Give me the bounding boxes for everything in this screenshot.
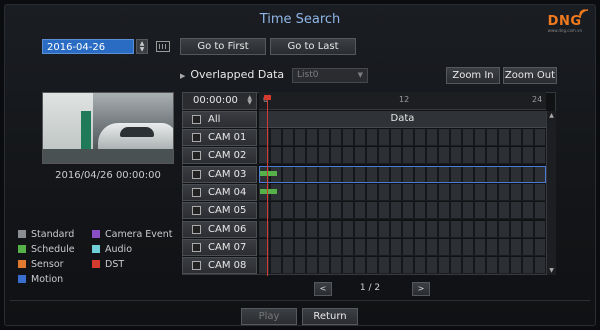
time-value: 00:00:00: [193, 95, 238, 106]
timeline-cursor[interactable]: [267, 96, 268, 276]
legend-item: DST: [92, 259, 124, 270]
legend-item: Motion: [18, 274, 63, 285]
overlapped-data-label: ▶ Overlapped Data: [180, 68, 284, 81]
return-button[interactable]: Return: [302, 308, 358, 325]
recording-segment[interactable]: [260, 170, 277, 176]
legend-label: Sensor: [31, 259, 64, 270]
legend-swatch: [18, 230, 26, 238]
all-channels-checkbox[interactable]: All: [182, 111, 257, 128]
legend-swatch: [92, 245, 100, 253]
legend-label: Schedule: [31, 244, 75, 255]
recording-segment[interactable]: [260, 188, 277, 194]
time-spinner-icon[interactable]: ▲ ▼: [247, 95, 252, 106]
legend-label: DST: [105, 259, 125, 270]
legend-label: Motion: [31, 274, 64, 285]
camera-row-7[interactable]: CAM 07: [182, 238, 257, 256]
camera-track-8[interactable]: [259, 257, 546, 275]
vertical-scrollbar[interactable]: ▲ ▼: [546, 111, 556, 275]
camera-label: CAM 07: [208, 241, 247, 253]
checkbox-icon[interactable]: [192, 206, 201, 216]
time-ruler[interactable]: 0 12 24: [259, 92, 546, 110]
go-to-last-button[interactable]: Go to Last: [270, 38, 356, 55]
brand-tagline: www.dng.com.vn: [547, 28, 582, 33]
camera-row-1[interactable]: CAM 01: [182, 129, 257, 146]
legend-label: Audio: [105, 244, 133, 255]
tick-label: 24: [532, 95, 543, 104]
camera-row-3[interactable]: CAM 03: [182, 165, 257, 183]
calendar-icon[interactable]: [156, 41, 170, 52]
checkbox-icon[interactable]: [192, 133, 201, 142]
legend-swatch: [92, 260, 100, 268]
legend-swatch: [18, 260, 26, 268]
camera-row-2[interactable]: CAM 02: [182, 147, 257, 165]
camera-label: CAM 04: [208, 186, 247, 198]
scroll-down-icon[interactable]: ▼: [547, 266, 556, 275]
camera-label: CAM 08: [208, 260, 247, 272]
checkbox-icon[interactable]: [192, 169, 201, 179]
camera-label: CAM 02: [208, 150, 247, 162]
data-column-header: Data: [259, 111, 546, 128]
chevron-down-icon: ▼: [357, 71, 363, 79]
camera-row-5[interactable]: CAM 05: [182, 202, 257, 220]
legend-item: Standard: [18, 229, 74, 240]
checkbox-icon[interactable]: [192, 151, 201, 161]
checkbox-icon[interactable]: [192, 115, 201, 124]
legend-item: Camera Event: [92, 229, 173, 240]
tick-label: 12: [399, 95, 410, 104]
camera-label: CAM 05: [208, 205, 247, 217]
legend-item: Sensor: [18, 259, 64, 270]
time-input[interactable]: 00:00:00 ▲ ▼: [182, 92, 257, 110]
camera-track-5[interactable]: [259, 202, 546, 220]
divider: [10, 300, 590, 301]
camera-track-1[interactable]: [259, 129, 546, 146]
preview-timestamp: 2016/04/26 00:00:00: [55, 170, 161, 181]
legend-item: Audio: [92, 244, 132, 255]
camera-label: CAM 01: [208, 132, 247, 143]
checkbox-icon[interactable]: [192, 242, 201, 252]
overlapped-data-value: List0: [297, 70, 319, 80]
camera-row-6[interactable]: CAM 06: [182, 220, 257, 238]
overlapped-data-text: Overlapped Data: [190, 68, 285, 81]
camera-track-4[interactable]: [259, 183, 546, 201]
camera-track-3[interactable]: [259, 165, 546, 183]
legend-swatch: [92, 230, 100, 238]
legend-label: Standard: [31, 229, 75, 240]
go-to-first-button[interactable]: Go to First: [180, 38, 266, 55]
camera-row-4[interactable]: CAM 04: [182, 183, 257, 201]
scroll-up-icon[interactable]: ▲: [547, 111, 556, 120]
brand-logo-text: DNG: [547, 14, 582, 29]
zoom-in-button[interactable]: Zoom In: [446, 67, 500, 84]
wifi-icon: [579, 9, 589, 19]
play-button[interactable]: Play: [241, 308, 297, 325]
video-preview: [42, 92, 174, 164]
camera-label: CAM 03: [208, 168, 247, 180]
date-spinner[interactable]: ▲ ▼: [136, 39, 148, 54]
window-title: Time Search: [259, 12, 341, 27]
camera-label: CAM 06: [208, 223, 247, 235]
next-page-button[interactable]: >: [412, 282, 430, 296]
legend-swatch: [18, 245, 26, 253]
triangle-icon: ▶: [180, 72, 186, 80]
all-label: All: [208, 114, 221, 125]
legend-item: Schedule: [18, 244, 75, 255]
legend-swatch: [18, 275, 26, 283]
camera-row-8[interactable]: CAM 08: [182, 257, 257, 275]
checkbox-icon[interactable]: [192, 187, 201, 197]
camera-track-7[interactable]: [259, 238, 546, 256]
date-input[interactable]: 2016-04-26: [42, 39, 134, 54]
zoom-out-button[interactable]: Zoom Out: [503, 67, 557, 84]
checkbox-icon[interactable]: [192, 224, 201, 234]
brand-logo: DNG www.dng.com.vn: [547, 9, 589, 33]
prev-page-button[interactable]: <: [314, 282, 332, 296]
overlapped-data-select[interactable]: List0 ▼: [292, 68, 368, 83]
camera-track-6[interactable]: [259, 220, 546, 238]
legend-label: Camera Event: [105, 229, 173, 240]
camera-track-2[interactable]: [259, 147, 546, 165]
page-indicator: 1 / 2: [359, 283, 381, 293]
checkbox-icon[interactable]: [192, 261, 201, 271]
